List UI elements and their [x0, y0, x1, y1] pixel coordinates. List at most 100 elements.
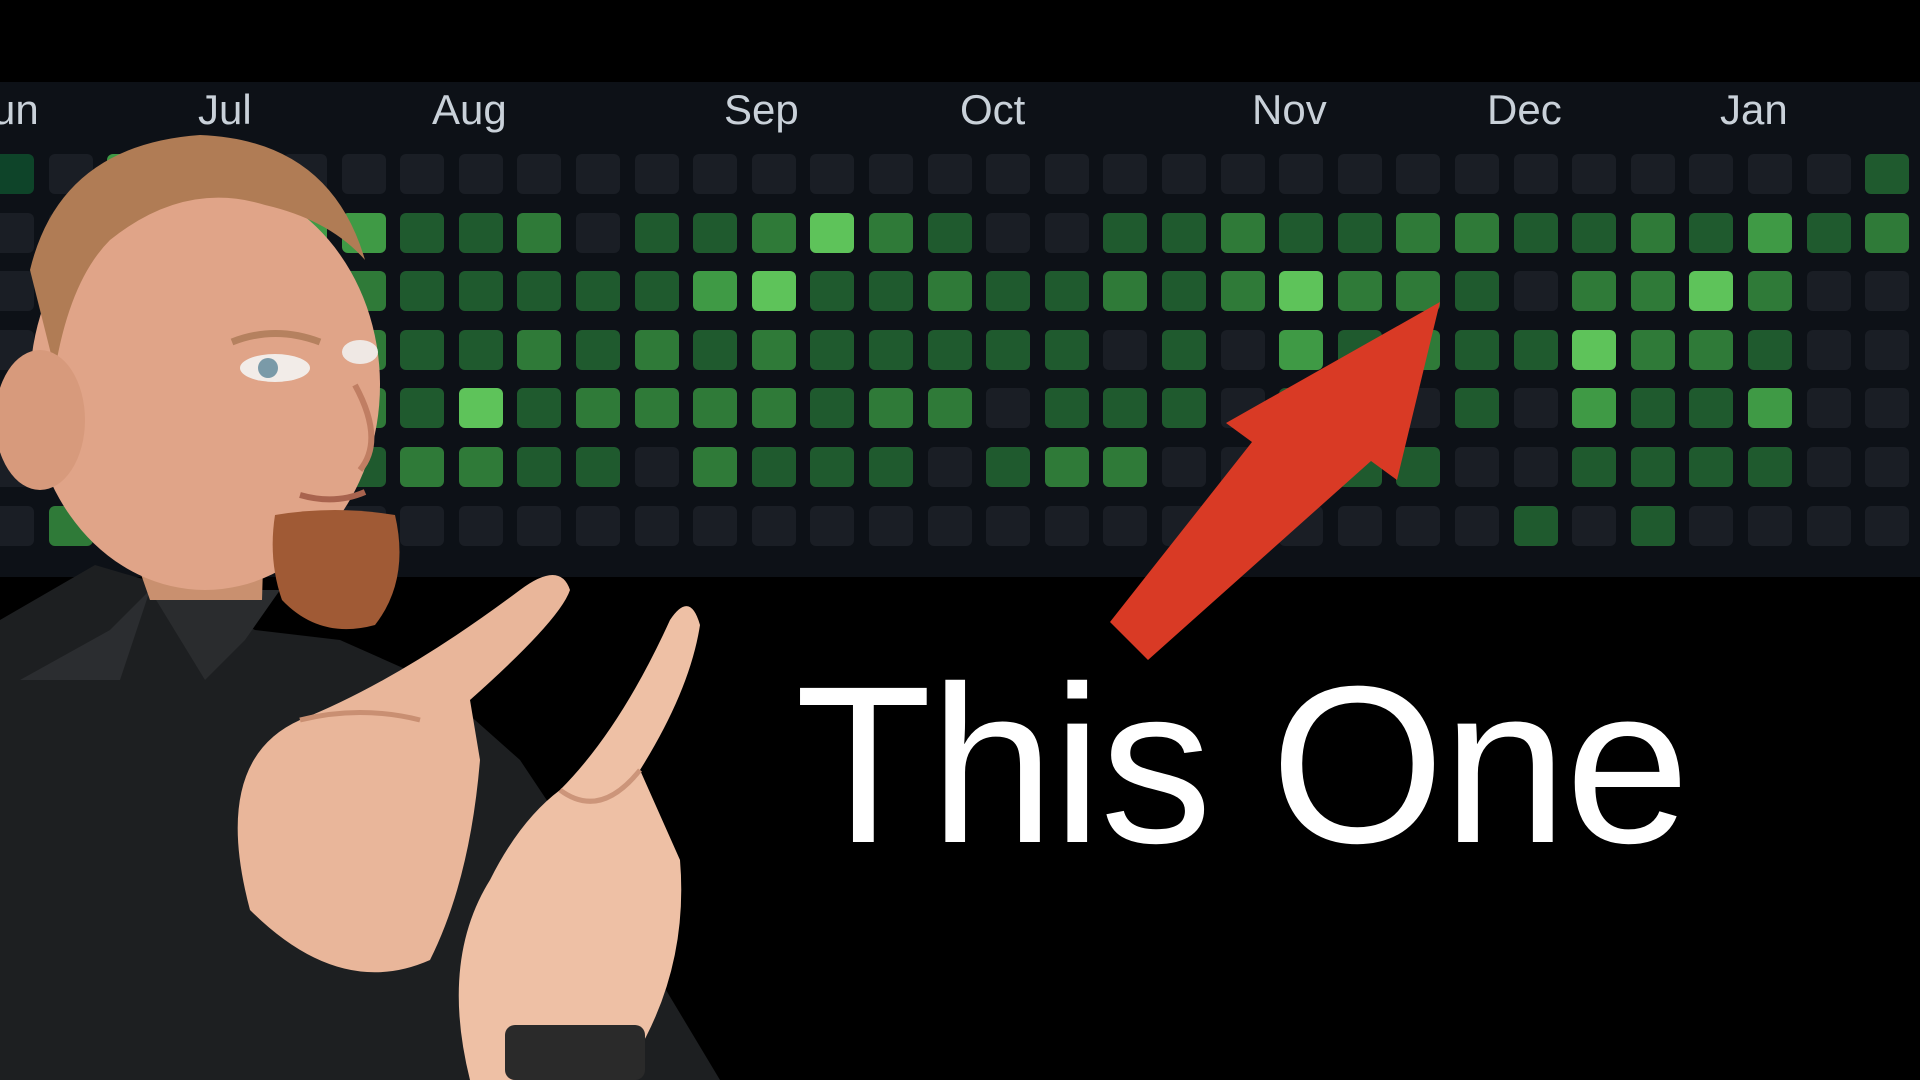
contribution-cell[interactable] [869, 212, 913, 253]
contribution-cell[interactable] [1630, 447, 1675, 487]
contribution-cell[interactable] [1513, 154, 1558, 194]
contribution-cell[interactable] [1865, 154, 1910, 194]
contribution-cell[interactable] [1572, 212, 1617, 253]
contribution-cell[interactable] [1689, 388, 1734, 429]
contribution-cell[interactable] [810, 329, 855, 370]
contribution-cell[interactable] [986, 505, 1031, 546]
contribution-cell[interactable] [1513, 388, 1558, 429]
contribution-cell[interactable] [1455, 388, 1499, 429]
contribution-cell[interactable] [1630, 212, 1675, 253]
contribution-cell[interactable] [869, 154, 913, 194]
contribution-cell[interactable] [1455, 212, 1499, 253]
contribution-cell[interactable] [1044, 388, 1089, 429]
contribution-cell[interactable] [1337, 154, 1382, 194]
contribution-cell[interactable] [1455, 505, 1499, 546]
contribution-cell[interactable] [1220, 212, 1265, 253]
contribution-cell[interactable] [1689, 212, 1734, 253]
contribution-cell[interactable] [927, 271, 972, 312]
contribution-cell[interactable] [1630, 329, 1675, 370]
contribution-cell[interactable] [986, 329, 1031, 370]
contribution-cell[interactable] [1513, 212, 1558, 253]
contribution-cell[interactable] [1220, 154, 1265, 194]
contribution-cell[interactable] [927, 505, 972, 546]
contribution-cell[interactable] [1630, 505, 1675, 546]
contribution-cell[interactable] [1513, 447, 1558, 487]
contribution-cell[interactable] [927, 447, 972, 487]
contribution-cell[interactable] [1689, 505, 1734, 546]
contribution-cell[interactable] [810, 271, 855, 312]
contribution-cell[interactable] [1806, 388, 1851, 429]
contribution-cell[interactable] [1806, 212, 1851, 253]
contribution-cell[interactable] [1513, 271, 1558, 312]
contribution-cell[interactable] [927, 154, 972, 194]
contribution-cell[interactable] [810, 154, 855, 194]
contribution-cell[interactable] [1513, 505, 1558, 546]
contribution-cell[interactable] [1044, 447, 1089, 487]
contribution-cell[interactable] [1396, 212, 1441, 253]
contribution-cell[interactable] [1748, 329, 1792, 370]
contribution-cell[interactable] [1455, 447, 1499, 487]
contribution-cell[interactable] [810, 212, 855, 253]
contribution-cell[interactable] [1748, 447, 1792, 487]
contribution-cell[interactable] [986, 447, 1031, 487]
contribution-cell[interactable] [1748, 505, 1792, 546]
contribution-cell[interactable] [869, 329, 913, 370]
contribution-cell[interactable] [1689, 154, 1734, 194]
contribution-cell[interactable] [1337, 212, 1382, 253]
contribution-cell[interactable] [927, 212, 972, 253]
contribution-cell[interactable] [869, 505, 913, 546]
contribution-cell[interactable] [1044, 329, 1089, 370]
contribution-cell[interactable] [1455, 329, 1499, 370]
contribution-cell[interactable] [1748, 271, 1792, 312]
contribution-cell[interactable] [1103, 212, 1148, 253]
contribution-cell[interactable] [1572, 271, 1617, 312]
contribution-cell[interactable] [1865, 212, 1910, 253]
contribution-cell[interactable] [1044, 212, 1089, 253]
contribution-cell[interactable] [1572, 388, 1617, 429]
contribution-cell[interactable] [1630, 271, 1675, 312]
contribution-cell[interactable] [1396, 154, 1441, 194]
contribution-cell[interactable] [1748, 154, 1792, 194]
contribution-cell[interactable] [1044, 271, 1089, 312]
contribution-cell[interactable] [986, 154, 1031, 194]
contribution-cell[interactable] [1162, 212, 1206, 253]
contribution-cell[interactable] [869, 388, 913, 429]
contribution-cell[interactable] [1806, 271, 1851, 312]
contribution-cell[interactable] [1689, 271, 1734, 312]
contribution-cell[interactable] [1572, 329, 1617, 370]
contribution-cell[interactable] [1279, 212, 1324, 253]
contribution-cell[interactable] [1806, 447, 1851, 487]
contribution-cell[interactable] [1865, 505, 1910, 546]
contribution-cell[interactable] [1865, 329, 1910, 370]
contribution-cell[interactable] [1630, 388, 1675, 429]
contribution-cell[interactable] [1806, 154, 1851, 194]
contribution-cell[interactable] [1572, 154, 1617, 194]
contribution-cell[interactable] [986, 388, 1031, 429]
contribution-cell[interactable] [927, 329, 972, 370]
contribution-cell[interactable] [810, 505, 855, 546]
contribution-cell[interactable] [1513, 329, 1558, 370]
contribution-cell[interactable] [1630, 154, 1675, 194]
contribution-cell[interactable] [1572, 505, 1617, 546]
contribution-cell[interactable] [1103, 154, 1148, 194]
contribution-cell[interactable] [1865, 388, 1910, 429]
contribution-cell[interactable] [810, 447, 855, 487]
contribution-cell[interactable] [1689, 329, 1734, 370]
contribution-cell[interactable] [1865, 271, 1910, 312]
contribution-cell[interactable] [1572, 447, 1617, 487]
contribution-cell[interactable] [869, 271, 913, 312]
contribution-cell[interactable] [1162, 154, 1206, 194]
contribution-cell[interactable] [1455, 154, 1499, 194]
contribution-cell[interactable] [1455, 271, 1499, 312]
contribution-cell[interactable] [1806, 329, 1851, 370]
contribution-cell[interactable] [1806, 505, 1851, 546]
contribution-cell[interactable] [1044, 505, 1089, 546]
contribution-cell[interactable] [927, 388, 972, 429]
contribution-cell[interactable] [1044, 154, 1089, 194]
contribution-cell[interactable] [869, 447, 913, 487]
contribution-cell[interactable] [986, 271, 1031, 312]
contribution-cell[interactable] [1865, 447, 1910, 487]
contribution-cell[interactable] [1748, 212, 1792, 253]
contribution-cell[interactable] [1689, 447, 1734, 487]
contribution-cell[interactable] [1748, 388, 1792, 429]
